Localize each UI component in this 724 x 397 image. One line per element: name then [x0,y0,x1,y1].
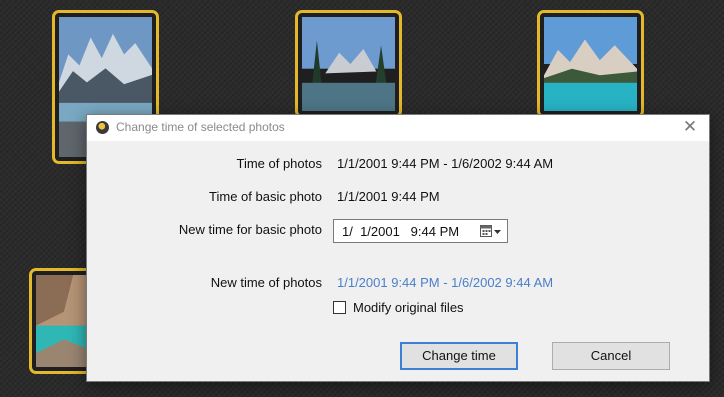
photo-thumbnail-3[interactable] [537,10,644,118]
modify-original-files-label[interactable]: Modify original files [353,300,464,315]
change-time-dialog: Change time of selected photos ✕ Time of… [86,114,710,382]
dialog-title: Change time of selected photos [116,120,285,134]
modify-original-files-checkbox[interactable] [333,301,346,314]
cancel-button[interactable]: Cancel [552,342,670,370]
calendar-dropdown-icon[interactable] [480,224,502,239]
change-time-button[interactable]: Change time [400,342,518,370]
photo-thumbnail-image [544,17,637,111]
new-time-of-photos-label: New time of photos [210,275,322,290]
datetime-picker-value[interactable]: 1/ 1/2001 9:44 PM [342,224,459,239]
time-of-photos-value: 1/1/2001 9:44 PM - 1/6/2002 9:44 AM [337,156,554,171]
app-logo-icon [96,121,109,134]
time-of-basic-photo-label: Time of basic photo [209,189,322,204]
time-of-basic-photo-value: 1/1/2001 9:44 PM [337,189,440,204]
new-time-datetime-picker[interactable]: 1/ 1/2001 9:44 PM [333,219,508,243]
new-time-basic-photo-label: New time for basic photo [178,222,322,237]
close-icon[interactable]: ✕ [681,118,699,136]
dialog-title-bar: Change time of selected photos ✕ [87,115,709,141]
photo-thumbnail-image [302,17,395,111]
time-of-photos-label: Time of photos [236,156,322,171]
new-time-of-photos-value: 1/1/2001 9:44 PM - 1/6/2002 9:44 AM [337,275,554,290]
photo-thumbnail-2[interactable] [295,10,402,118]
